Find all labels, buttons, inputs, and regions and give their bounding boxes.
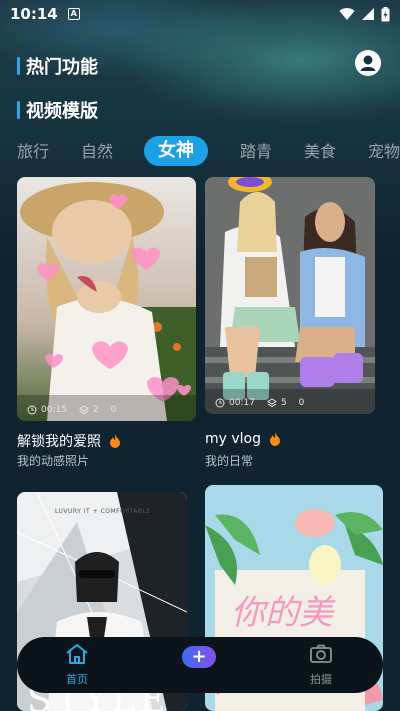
battery-icon	[381, 6, 390, 21]
home-icon	[66, 644, 88, 664]
video-templates-label: 视频模版	[26, 101, 98, 122]
tab-food[interactable]: 美食	[304, 136, 336, 168]
card-overlay-text: 你的美	[231, 593, 333, 633]
tab-pets[interactable]: 宠物	[368, 136, 400, 168]
heading-accent-bar	[17, 101, 20, 119]
wifi-icon	[339, 8, 355, 20]
duration-label: 00:15	[41, 405, 67, 415]
card-title: my vlog	[205, 431, 261, 447]
nav-home-label: 首页	[66, 673, 88, 686]
layers-icon	[266, 398, 277, 408]
user-avatar-button[interactable]	[355, 50, 381, 76]
nav-shoot-label: 拍摄	[310, 673, 332, 686]
card-meta: 00:15 2 0	[27, 405, 116, 415]
layers-count: 2	[92, 405, 99, 415]
card-overlay-text: LUVURY IT + COMFORTABLE	[55, 508, 151, 515]
signal-icon	[362, 8, 374, 20]
notification-icon: A	[67, 8, 80, 20]
fire-icon	[110, 434, 120, 448]
heading-accent-bar	[17, 57, 20, 75]
tab-goddess[interactable]: 女神	[144, 136, 208, 166]
status-icons	[339, 6, 390, 22]
create-button[interactable]: +	[182, 646, 216, 668]
video-templates-heading: 视频模版	[17, 97, 98, 123]
clock-icon	[215, 398, 225, 408]
hot-features-heading: 热门功能	[17, 53, 98, 79]
card-title-row: my vlog	[205, 431, 281, 447]
duration-label: 00:17	[229, 398, 255, 408]
use-count: 0	[110, 405, 117, 415]
nav-home[interactable]: 首页	[47, 643, 107, 687]
template-card-love-photo[interactable]: 00:15 2 0	[17, 177, 196, 421]
fire-icon	[270, 432, 280, 446]
camera-icon	[310, 644, 332, 663]
layers-count: 5	[280, 398, 287, 408]
category-tabs: 旅行 自然 女神 踏青 美食 宠物	[0, 136, 400, 170]
clock-icon	[27, 405, 37, 415]
tab-nature[interactable]: 自然	[81, 136, 113, 168]
card-subtitle: 我的日常	[205, 454, 254, 468]
card-thumbnail	[205, 177, 375, 414]
card-title-row: 解锁我的爱照	[17, 431, 121, 451]
card-thumbnail	[17, 177, 196, 421]
status-bar: 10:14 A	[0, 0, 400, 28]
nav-shoot[interactable]: 拍摄	[291, 643, 351, 687]
card-title: 解锁我的爱照	[17, 434, 101, 450]
card-meta: 00:17 5 0	[215, 398, 304, 408]
layers-icon	[78, 405, 89, 415]
use-count: 0	[298, 398, 305, 408]
template-card-my-vlog[interactable]: 00:17 5 0	[205, 177, 375, 414]
status-time: 10:14	[10, 5, 58, 23]
plus-icon: +	[191, 646, 207, 667]
card-subtitle: 我的动感照片	[17, 454, 90, 468]
user-icon	[360, 55, 376, 71]
hot-features-label: 热门功能	[26, 57, 98, 78]
bottom-navigation: 首页 + 拍摄	[17, 637, 383, 693]
tab-travel[interactable]: 旅行	[17, 136, 49, 168]
tab-outing[interactable]: 踏青	[240, 136, 272, 168]
